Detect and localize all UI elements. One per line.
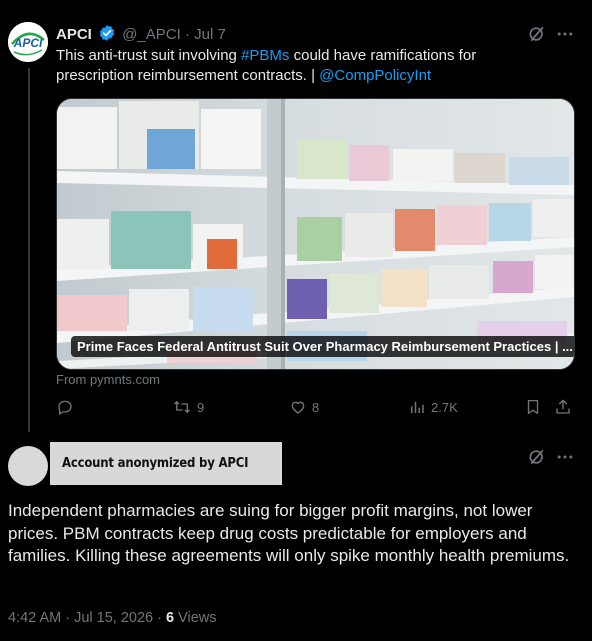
retweet-icon [174,401,190,413]
author-handle[interactable]: @_APCI [122,26,181,43]
more-icon[interactable] [555,24,575,49]
more-icon[interactable] [555,447,575,472]
reply-timestamp[interactable]: 4:42 AM · Jul 15, 2026 · [8,610,166,626]
action-bar: 9 8 2.7K [56,398,576,422]
bookmark-icon [527,399,539,415]
svg-text:APCI: APCI [13,36,43,50]
card-image [57,99,574,369]
verified-badge-icon [99,25,115,41]
retweet-button[interactable]: 9 [172,398,204,416]
reply-views-count: 6 [165,610,175,626]
like-icon [291,401,305,414]
reply-meta: 4:42 AM · Jul 15, 2026 · 6 Views [8,610,217,626]
tweet-text-part: This anti-trust suit involving [56,47,242,64]
views-button[interactable]: 2.7K [408,398,458,416]
grok-icon[interactable] [527,447,547,472]
dot-separator: · [184,26,190,43]
card-title[interactable]: Prime Faces Federal Antitrust Suit Over … [71,336,574,357]
reply-icon [58,400,72,415]
tweet-text: This anti-trust suit involving #PBMs cou… [56,46,556,86]
reply-avatar[interactable] [8,446,48,486]
retweet-count: 9 [197,399,205,415]
like-count: 8 [312,399,320,415]
mention-link[interactable]: @CompPolicyInt [319,67,431,84]
reply-views-label: Views [174,610,217,626]
hashtag-link[interactable]: #PBMs [241,47,289,64]
bookmark-button[interactable] [524,398,542,416]
thread-line [28,68,30,432]
tweet-header: APCI @_APCI · Jul 7 [56,24,226,43]
apci-logo: APCI [8,22,48,62]
link-card[interactable]: Prime Faces Federal Antitrust Suit Over … [56,98,575,370]
tweet-date[interactable]: Jul 7 [194,26,226,43]
views-count: 2.7K [431,399,458,415]
reply-button[interactable] [56,398,74,416]
card-source[interactable]: From pymnts.com [56,372,160,387]
like-button[interactable]: 8 [289,398,319,416]
author-name[interactable]: APCI [56,26,92,43]
share-button[interactable] [554,398,572,416]
reply-text: Independent pharmacies are suing for big… [8,501,570,565]
avatar[interactable]: APCI [8,22,48,62]
views-icon [411,401,424,413]
share-icon [556,399,570,414]
anonymized-author-label: Account anonymized by APCI [50,442,282,485]
